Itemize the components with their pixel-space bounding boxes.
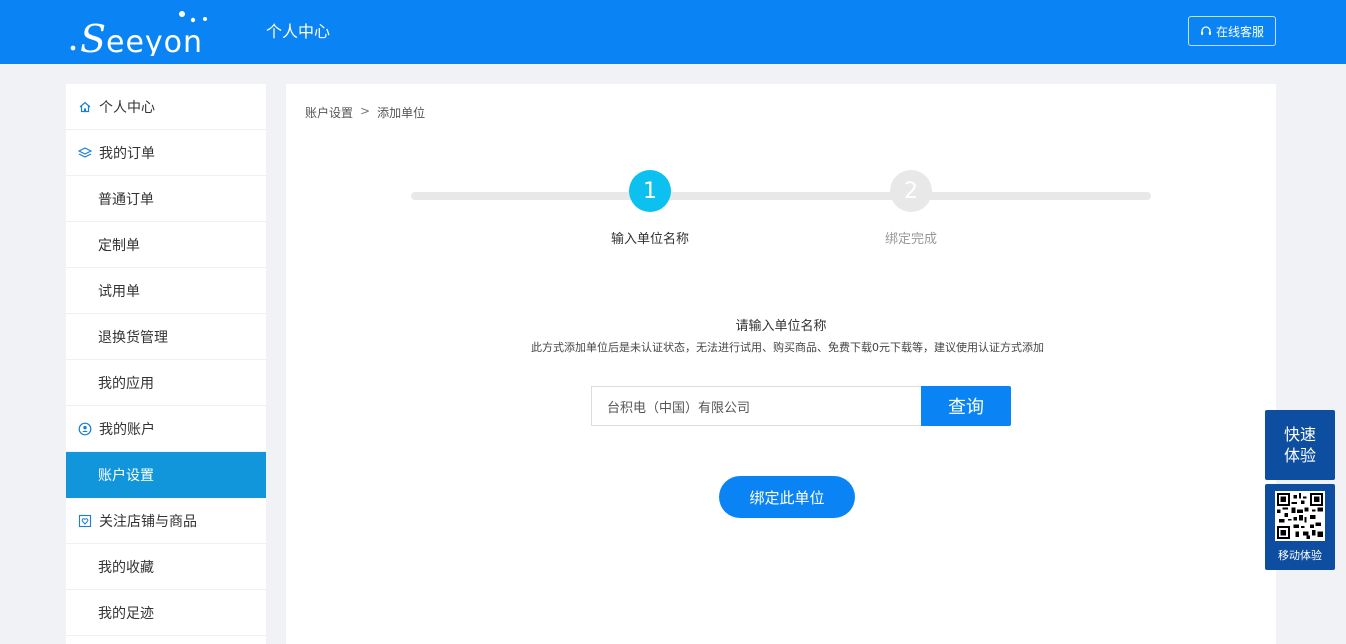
home-icon: [78, 100, 92, 114]
sidebar-item-label: 我的足迹: [98, 605, 154, 622]
sidebar-item-returns[interactable]: 退换货管理: [66, 314, 266, 360]
sidebar-item-favorites[interactable]: 我的收藏: [66, 544, 266, 590]
sidebar-item-account-settings[interactable]: 账户设置: [66, 452, 266, 498]
headset-icon: [1200, 26, 1211, 35]
breadcrumb: 账户设置 > 添加单位: [305, 104, 425, 121]
sidebar-item-label: 个人中心: [99, 99, 155, 116]
online-service-button[interactable]: 在线客服: [1188, 16, 1276, 46]
sidebar-item-label: 我的账户: [99, 421, 155, 438]
company-name-input[interactable]: [591, 386, 921, 426]
sidebar-item-label: 退换货管理: [98, 329, 168, 346]
quick-experience-button[interactable]: 快速 体验: [1265, 410, 1335, 480]
account-icon: [78, 422, 92, 436]
step-2-label: 绑定完成: [884, 232, 937, 247]
sidebar-nav: 个人中心 我的订单 普通订单 定制单 试用单 退换货管理 我的应用 我的账户 账…: [66, 84, 266, 644]
top-header: S eeyon 个人中心 在线客服: [0, 0, 1346, 64]
bind-company-button[interactable]: 绑定此单位: [719, 476, 855, 518]
mobile-experience-button[interactable]: 移动体验: [1265, 484, 1335, 570]
mobile-experience-label: 移动体验: [1278, 549, 1322, 562]
step-2-circle: 2: [890, 170, 932, 212]
sidebar-item-footprints[interactable]: 我的足迹: [66, 590, 266, 636]
form-title: 请输入单位名称: [735, 319, 827, 334]
main-panel: 账户设置 > 添加单位 1 2 输入单位名称 绑定完成 请输入单位名称 此方式添…: [286, 84, 1276, 644]
step-progress-track: [411, 192, 1151, 200]
breadcrumb-separator: >: [360, 104, 371, 118]
sidebar-item-label: 普通订单: [98, 191, 154, 208]
search-button[interactable]: 查询: [921, 386, 1011, 426]
sidebar-item-trial-orders[interactable]: 试用单: [66, 268, 266, 314]
sidebar-item-label: 试用单: [98, 283, 140, 300]
svg-text:eeyon: eeyon: [106, 25, 203, 56]
breadcrumb-current: 添加单位: [377, 106, 426, 120]
sidebar-item-label: 账户设置: [98, 467, 154, 484]
sidebar-item-label: 我的收藏: [98, 559, 154, 576]
qr-code-icon: [1275, 491, 1325, 541]
online-service-label: 在线客服: [1215, 24, 1264, 39]
sidebar-item-my-account[interactable]: 我的账户: [66, 406, 266, 452]
step-1-circle: 1: [629, 170, 671, 212]
sidebar-item-followed-shops[interactable]: 关注店铺与商品: [66, 498, 266, 544]
sidebar-item-personal-center[interactable]: 个人中心: [66, 84, 266, 130]
sidebar-item-label: 关注店铺与商品: [99, 513, 197, 530]
quick-experience-line2: 体验: [1283, 446, 1316, 465]
sidebar-item-normal-orders[interactable]: 普通订单: [66, 176, 266, 222]
form-note: 此方式添加单位后是未认证状态，无法进行试用、购买商品、免费下载0元下载等，建议使…: [531, 341, 1044, 354]
heart-icon: [78, 514, 92, 528]
sidebar-item-label: 定制单: [98, 237, 140, 254]
layers-icon: [78, 146, 92, 160]
seeyon-logo[interactable]: S eeyon: [66, 6, 216, 56]
sidebar-item-custom-orders[interactable]: 定制单: [66, 222, 266, 268]
sidebar-item-my-apps[interactable]: 我的应用: [66, 360, 266, 406]
breadcrumb-parent[interactable]: 账户设置: [305, 104, 353, 121]
sidebar-item-label: 我的应用: [98, 375, 154, 392]
step-1-label: 输入单位名称: [610, 232, 689, 247]
header-title: 个人中心: [266, 22, 331, 41]
sidebar-item-label: 我的订单: [99, 145, 155, 162]
quick-experience-line1: 快速: [1283, 425, 1316, 444]
sidebar-item-my-orders[interactable]: 我的订单: [66, 130, 266, 176]
svg-text:S: S: [80, 17, 106, 56]
